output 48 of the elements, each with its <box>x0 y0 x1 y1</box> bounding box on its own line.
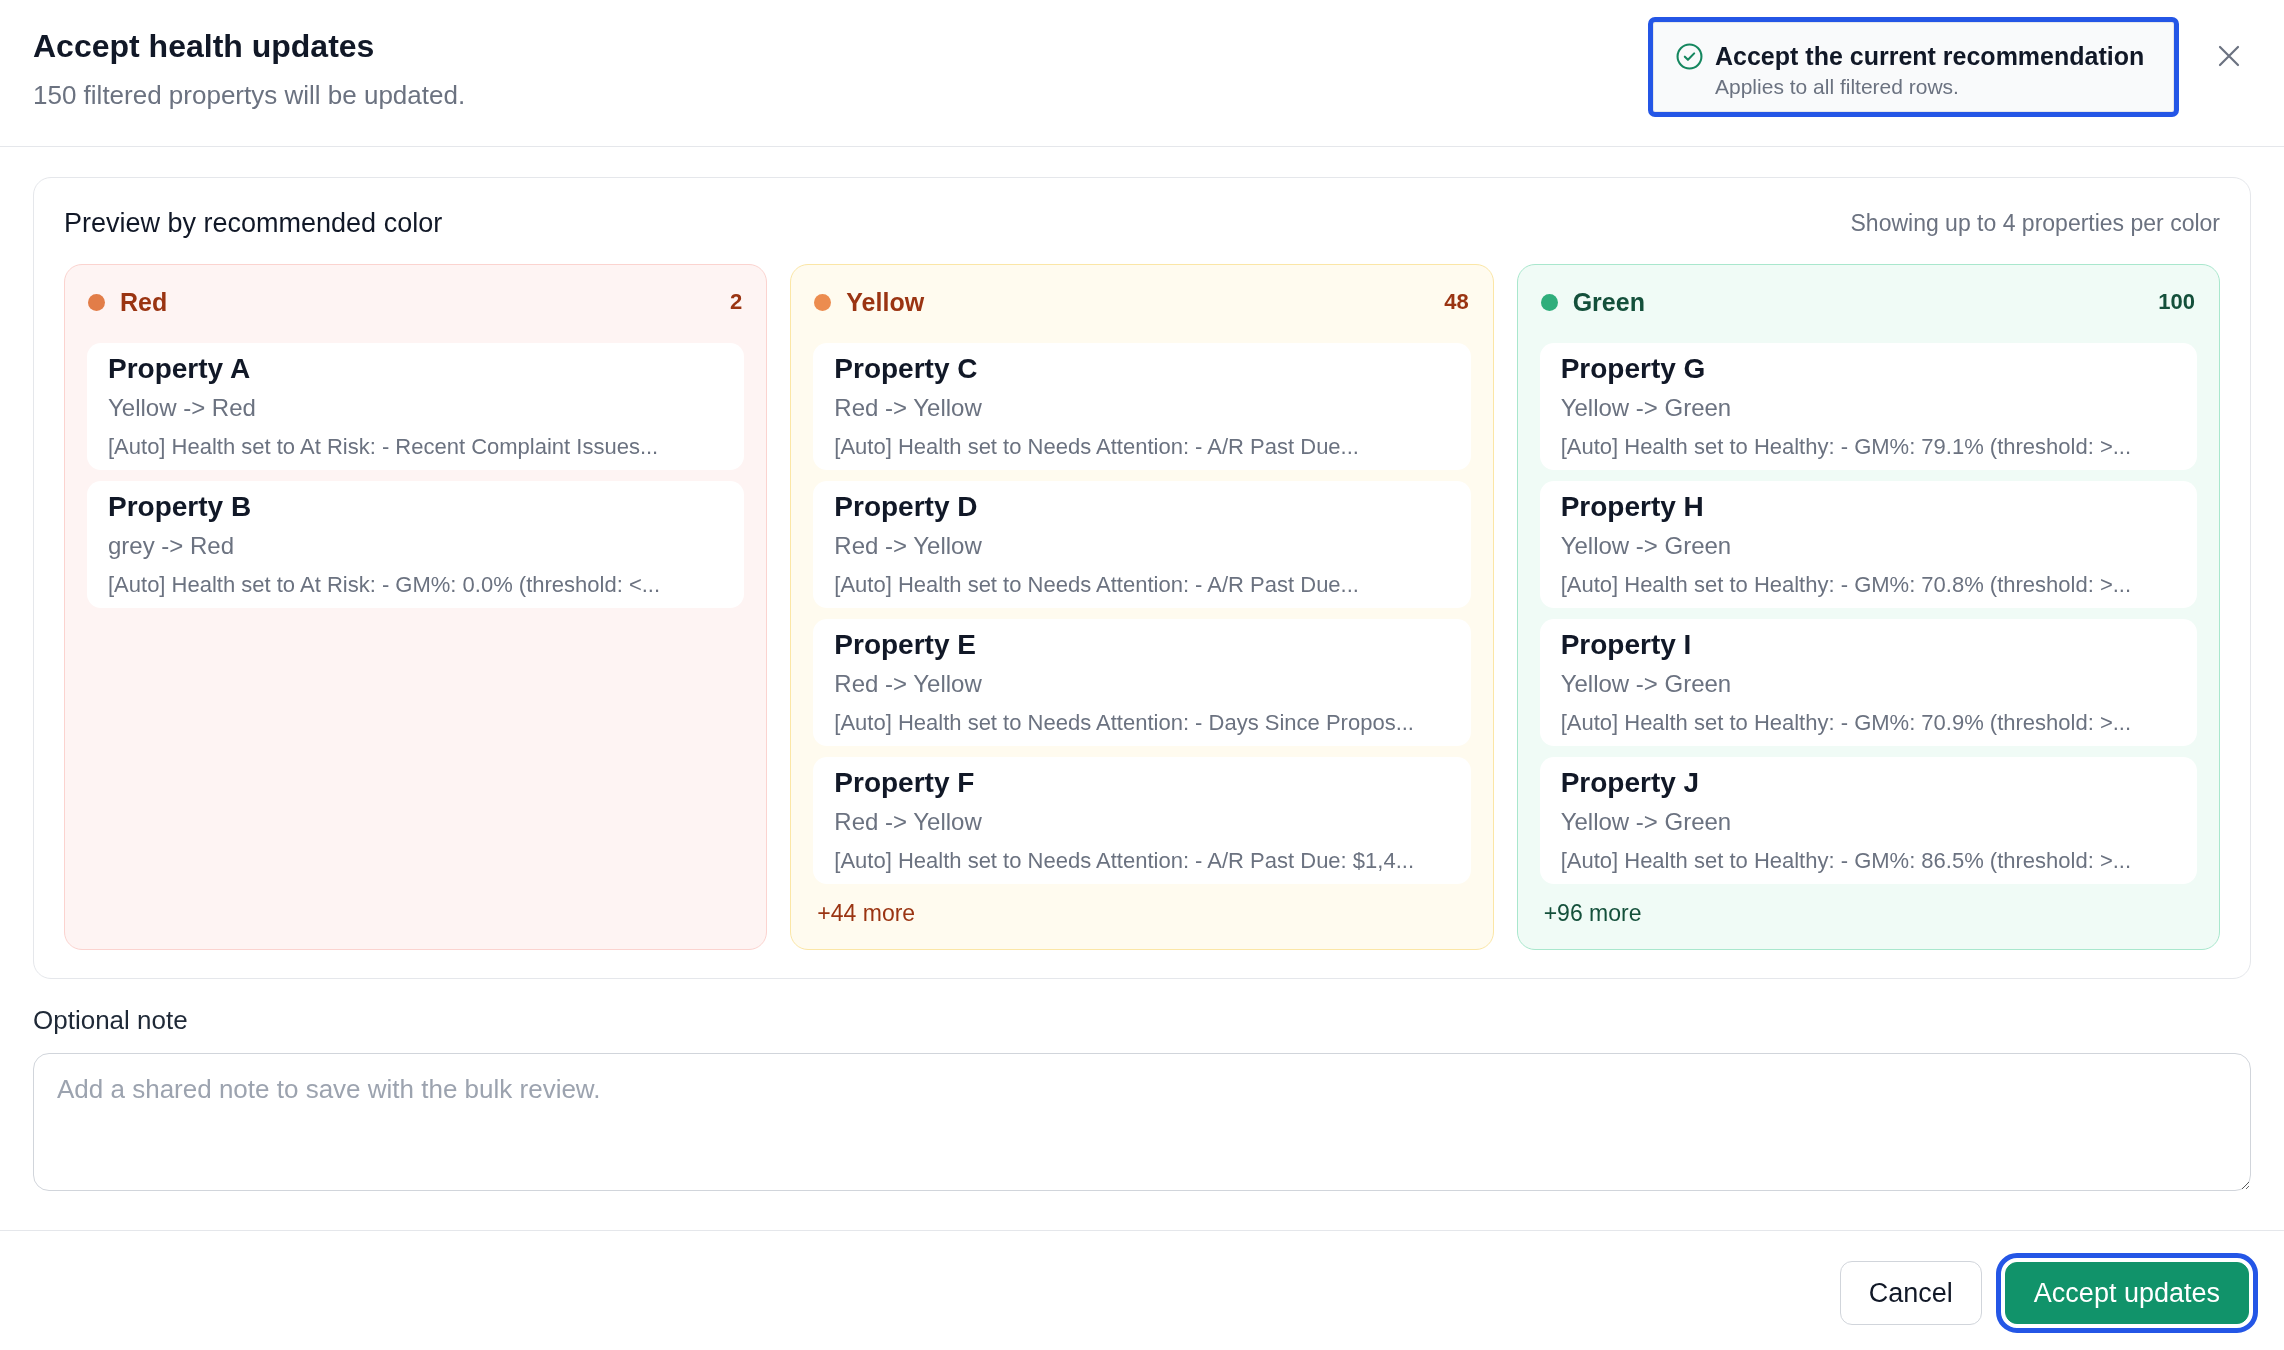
dialog-title: Accept health updates <box>33 27 376 66</box>
change-reason: [Auto] Health set to Healthy: - GM%: 86.5% (threshold: >... <box>1560 847 2133 875</box>
change-reason: [Auto] Health set to At Risk: - GM%: 0.0% (threshold: <... <box>108 571 662 599</box>
color-change: Red -> Yellow <box>834 531 983 561</box>
property-name: Property J <box>1560 766 1701 800</box>
property-name: Property C <box>834 352 979 386</box>
change-reason: [Auto] Health set to Needs Attention: - Days Since Propos... <box>834 709 1415 737</box>
color-change: Red -> Yellow <box>834 669 983 699</box>
color-change: Yellow -> Red <box>108 393 257 423</box>
more-count: +44 more <box>816 899 916 928</box>
change-reason: [Auto] Health set to Needs Attention: - A/R Past Due... <box>834 571 1360 599</box>
color-change: Yellow -> Green <box>1560 531 1733 561</box>
property-name: Property B <box>108 490 253 524</box>
more-count: +96 more <box>1542 899 1642 928</box>
group-count: 2 <box>730 288 743 316</box>
color-change: Yellow -> Green <box>1560 393 1733 423</box>
change-reason: [Auto] Health set to At Risk: - Recent Complaint Issues... <box>108 433 660 461</box>
note-label: Optional note <box>33 1004 188 1037</box>
preview-note: Showing up to 4 properties per color <box>1850 209 2220 238</box>
change-reason: [Auto] Health set to Healthy: - GM%: 70.8% (threshold: >... <box>1560 571 2133 599</box>
group-name: Red <box>120 287 168 318</box>
change-reason: [Auto] Health set to Healthy: - GM%: 79.1% (threshold: >... <box>1560 433 2133 461</box>
property-name: Property F <box>834 766 976 800</box>
color-change: Red -> Yellow <box>834 393 983 423</box>
cancel-button[interactable]: Cancel <box>1839 1261 1982 1325</box>
change-reason: [Auto] Health set to Needs Attention: - A/R Past Due: $1,4... <box>834 847 1415 875</box>
group-name: Yellow <box>846 287 925 318</box>
dialog-subtitle: 150 filtered propertys will be updated. <box>33 79 466 112</box>
property-name: Property E <box>834 628 977 662</box>
option-description: Applies to all filtered rows. <box>1715 74 1960 100</box>
group-count: 48 <box>1444 288 1469 316</box>
property-name: Property A <box>108 352 252 386</box>
change-reason: [Auto] Health set to Healthy: - GM%: 70.9% (threshold: >... <box>1560 709 2133 737</box>
color-change: Red -> Yellow <box>834 807 983 837</box>
option-title: Accept the current recommendation <box>1715 41 2145 72</box>
change-reason: [Auto] Health set to Needs Attention: - A/R Past Due... <box>834 433 1360 461</box>
group-name: Green <box>1572 287 1645 318</box>
color-change: grey -> Red <box>108 531 236 561</box>
close-icon[interactable] <box>2218 45 2240 67</box>
property-name: Property H <box>1560 490 1705 524</box>
preview-title: Preview by recommended color <box>64 207 443 240</box>
group-count: 100 <box>2158 288 2195 316</box>
note-field[interactable]: Add a shared note to save with the bulk review. <box>33 1053 2251 1191</box>
color-change: Yellow -> Green <box>1560 669 1733 699</box>
property-name: Property I <box>1560 628 1693 662</box>
color-change: Yellow -> Green <box>1560 807 1733 837</box>
property-name: Property G <box>1560 352 1707 386</box>
property-name: Property D <box>834 490 979 524</box>
